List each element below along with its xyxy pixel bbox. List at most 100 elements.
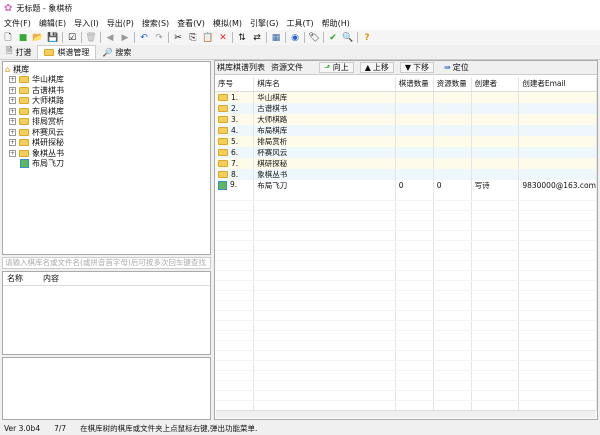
empty-row xyxy=(215,300,597,311)
delete-icon[interactable]: ✕ xyxy=(217,32,229,44)
tab-resource-files[interactable]: 资源文件 xyxy=(271,62,303,73)
table-row[interactable]: 3. 大师棋路 xyxy=(215,113,597,125)
column-header[interactable]: 棋库名 xyxy=(253,77,396,92)
horizontal-scrollbar[interactable] xyxy=(216,410,596,418)
table-cell: 7. xyxy=(215,157,255,169)
engine-icon[interactable]: ◉ xyxy=(289,32,301,44)
table-row[interactable]: 1. 华山棋库 xyxy=(215,91,597,103)
table-cell xyxy=(518,146,597,158)
empty-row xyxy=(215,340,597,351)
cut-icon[interactable]: ✂ xyxy=(172,32,184,44)
new-icon[interactable]: 🗋 xyxy=(2,32,14,44)
expand-icon[interactable]: + xyxy=(9,86,16,94)
tree-folder[interactable]: + 杯赛风云 xyxy=(5,127,208,138)
expand-icon[interactable]: + xyxy=(9,107,16,115)
folder-icon xyxy=(218,138,228,145)
folder-icon xyxy=(218,116,228,123)
menu-item[interactable]: 搜索(S) xyxy=(140,18,175,29)
save-icon[interactable]: 💾 xyxy=(47,32,59,44)
tag-icon[interactable]: 🏷 xyxy=(308,32,320,44)
menu-item[interactable]: 导入(I) xyxy=(72,18,105,29)
version: Ver 3.0b4 xyxy=(4,424,41,433)
board-icon[interactable]: ▦ xyxy=(270,32,282,44)
table-cell xyxy=(433,91,472,103)
tree-folder[interactable]: + 古谱棋书 xyxy=(5,85,208,96)
delete-bin-icon[interactable]: 🗑 xyxy=(85,32,97,44)
menu-item[interactable]: 文件(F) xyxy=(2,18,37,29)
expand-icon[interactable]: + xyxy=(9,97,16,105)
table-row[interactable]: 4. 布局棋库 xyxy=(215,124,597,136)
edit-icon[interactable]: ☑ xyxy=(66,32,78,44)
menu-item[interactable]: 导出(P) xyxy=(105,18,140,29)
table-cell xyxy=(518,113,597,125)
swap-icon[interactable]: ⇄ xyxy=(251,32,263,44)
table-cell xyxy=(395,102,434,114)
forward-icon[interactable]: ▶ xyxy=(119,32,131,44)
tree-folder[interactable]: + 棋研探秘 xyxy=(5,138,208,149)
table-cell: 8. xyxy=(215,168,255,180)
tab-library-list[interactable]: 棋库棋谱列表 xyxy=(217,62,265,73)
move-down-button[interactable]: ▼ 下移 xyxy=(399,62,434,73)
tab-manage[interactable]: 棋谱管理 xyxy=(37,45,97,59)
table-cell xyxy=(471,157,520,169)
undo-icon[interactable]: ↶ xyxy=(138,32,150,44)
tree-folder[interactable]: + 布局棋库 xyxy=(5,106,208,117)
sort-icon[interactable]: ⇅ xyxy=(236,32,248,44)
expand-icon[interactable]: + xyxy=(9,128,16,136)
column-header[interactable]: 创建者Email xyxy=(518,77,597,92)
tree-search-input[interactable]: 请输入棋库名或文件名(或拼音首字母)后可按多次回车键查找 xyxy=(2,257,211,269)
green-book-icon[interactable]: ■ xyxy=(17,32,29,44)
back-icon[interactable]: ◀ xyxy=(104,32,116,44)
tree-folder[interactable]: + 排局赏析 xyxy=(5,117,208,128)
table-row[interactable]: 8. 象棋丛书 xyxy=(215,168,597,180)
menu-item[interactable]: 模拟(M) xyxy=(211,18,248,29)
help-icon[interactable]: ? xyxy=(361,32,373,44)
table-row[interactable]: 6. 杯赛风云 xyxy=(215,146,597,158)
find-icon[interactable]: 🔍 xyxy=(342,32,354,44)
column-header[interactable]: 资源数量 xyxy=(433,77,472,92)
redo-icon[interactable]: ↷ xyxy=(153,32,165,44)
folder-icon xyxy=(218,171,228,178)
menu-item[interactable]: 工具(T) xyxy=(284,18,319,29)
move-up-button[interactable]: ▲ 上移 xyxy=(359,62,394,73)
table-cell: 古谱棋书 xyxy=(253,102,396,114)
table-cell: 写诗 xyxy=(471,179,520,191)
expand-icon[interactable]: + xyxy=(9,149,16,157)
table-cell: 9. xyxy=(215,179,255,191)
comment-area[interactable] xyxy=(2,357,211,420)
open-icon[interactable]: 📂 xyxy=(32,32,44,44)
library-tree[interactable]: ⌂ 棋库 + 华山棋库 + 古谱棋书 + 大师棋路 + 布局棋库 + 排局赏析 + 杯赛风云 + 棋研探秘 +… xyxy=(2,61,211,255)
menu-item[interactable]: 引擎(G) xyxy=(248,18,284,29)
up-button[interactable]: ⬏ 向上 xyxy=(319,62,354,73)
table-row[interactable]: 2. 古谱棋书 xyxy=(215,102,597,114)
expand-icon[interactable]: + xyxy=(9,118,16,126)
menu-item[interactable]: 编辑(E) xyxy=(37,18,72,29)
expand-icon[interactable]: + xyxy=(9,139,16,147)
tab-search[interactable]: 🔎 搜索 xyxy=(96,45,137,59)
column-header[interactable]: 创建者 xyxy=(471,77,520,92)
table-row[interactable]: 9. 布局飞刀 0 0 写诗 9830000@163.com xyxy=(215,179,597,191)
paste-icon[interactable]: 📋 xyxy=(202,32,214,44)
copy-icon[interactable]: ⎘ xyxy=(187,32,199,44)
table-cell xyxy=(395,91,434,103)
tree-root[interactable]: ⌂ 棋库 xyxy=(5,63,208,75)
tree-folder[interactable]: + 华山棋库 xyxy=(5,75,208,86)
empty-row xyxy=(215,350,597,361)
table-row[interactable]: 5. 排局赏析 xyxy=(215,135,597,147)
status-hint: 在棋库树的棋库或文件夹上点鼠标右键,弹出功能菜单. xyxy=(80,424,258,433)
book-icon xyxy=(218,180,227,190)
folder-up-icon: ⬏ xyxy=(324,63,331,72)
tree-folder[interactable]: + 大师棋路 xyxy=(5,96,208,107)
tree-file[interactable]: 布局飞刀 xyxy=(5,159,208,170)
menu-item[interactable]: 帮助(H) xyxy=(320,18,356,29)
app-icon: ✿ xyxy=(4,2,13,14)
expand-icon[interactable]: + xyxy=(9,76,16,84)
tree-folder[interactable]: + 象棋丛书 xyxy=(5,148,208,159)
column-header[interactable]: 序号 xyxy=(215,77,255,92)
tab-play[interactable]: 🗎 打谱 xyxy=(0,45,37,59)
check-icon[interactable]: ✔ xyxy=(327,32,339,44)
locate-button[interactable]: ⇛ 定位 xyxy=(440,62,473,73)
menu-item[interactable]: 查看(V) xyxy=(175,18,211,29)
table-row[interactable]: 7. 棋研探秘 xyxy=(215,157,597,169)
column-header[interactable]: 棋谱数量 xyxy=(395,77,434,92)
